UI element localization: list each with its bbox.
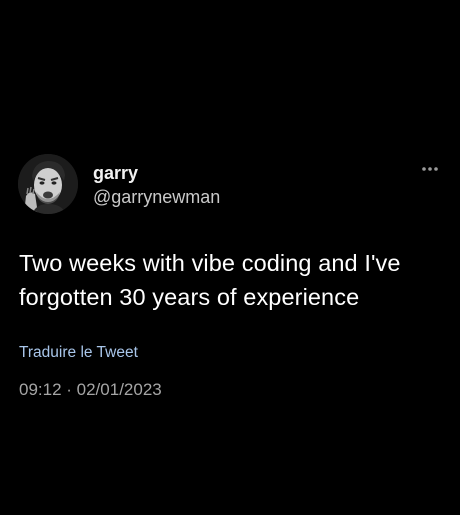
avatar[interactable]	[18, 154, 78, 214]
translate-tweet-link[interactable]: Traduire le Tweet	[19, 343, 138, 363]
tweet-text: Two weeks with vibe coding and I've forg…	[19, 250, 401, 310]
more-horizontal-icon	[422, 167, 438, 171]
tweet-card: garry @garrynewman Two weeks with vibe c…	[0, 0, 460, 515]
author-handle[interactable]: @garrynewman	[93, 187, 220, 207]
profile-photo-icon	[18, 154, 78, 214]
author-display-name[interactable]: garry	[93, 163, 138, 183]
tweet-timestamp[interactable]: 09:12 · 02/01/2023	[19, 380, 162, 400]
more-options-button[interactable]	[416, 160, 444, 178]
